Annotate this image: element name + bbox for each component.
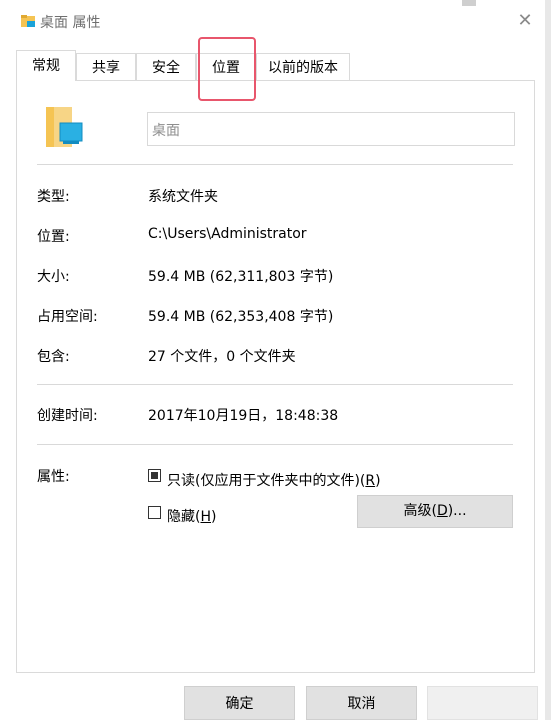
tab-security[interactable]: 安全 xyxy=(136,53,196,80)
readonly-label[interactable]: 只读(仅应用于文件夹中的文件)(R) xyxy=(167,470,381,490)
hidden-label[interactable]: 隐藏(H) xyxy=(167,506,216,526)
desktop-folder-icon xyxy=(46,107,83,147)
size-label: 大小: xyxy=(37,269,70,285)
general-tab-panel xyxy=(16,80,535,673)
tab-previous-versions[interactable]: 以前的版本 xyxy=(256,53,350,80)
close-icon[interactable]: ✕ xyxy=(516,12,534,30)
ok-button[interactable]: 确定 xyxy=(184,686,295,720)
size-value: 59.4 MB (62,311,803 字节) xyxy=(148,269,334,285)
advanced-button[interactable]: 高级(D)... xyxy=(357,495,513,528)
background-window-edge xyxy=(545,0,551,720)
type-value: 系统文件夹 xyxy=(148,189,218,205)
separator xyxy=(37,384,513,385)
tab-general[interactable]: 常规 xyxy=(16,50,76,81)
separator xyxy=(37,164,513,165)
location-tab-highlight xyxy=(198,37,256,101)
readonly-checkbox[interactable] xyxy=(148,469,161,482)
contains-value: 27 个文件，0 个文件夹 xyxy=(148,349,296,365)
separator xyxy=(37,444,513,445)
tab-sharing[interactable]: 共享 xyxy=(76,53,136,80)
location-label: 位置: xyxy=(37,229,70,245)
created-label: 创建时间: xyxy=(37,408,98,424)
type-label: 类型: xyxy=(37,189,70,205)
cancel-button[interactable]: 取消 xyxy=(306,686,417,720)
folder-name-field[interactable]: 桌面 xyxy=(147,112,515,146)
size-on-disk-value: 59.4 MB (62,353,408 字节) xyxy=(148,309,334,325)
attributes-label: 属性: xyxy=(37,469,70,485)
apply-button[interactable] xyxy=(427,686,538,720)
contains-label: 包含: xyxy=(37,349,70,365)
created-value: 2017年10月19日，18:48:38 xyxy=(148,408,339,424)
folder-icon xyxy=(21,15,35,27)
hidden-checkbox[interactable] xyxy=(148,506,161,519)
window-title: 桌面 属性 xyxy=(40,15,101,31)
location-value: C:\Users\Administrator xyxy=(148,226,307,242)
size-on-disk-label: 占用空间: xyxy=(37,309,98,325)
background-window-edge xyxy=(462,0,476,6)
